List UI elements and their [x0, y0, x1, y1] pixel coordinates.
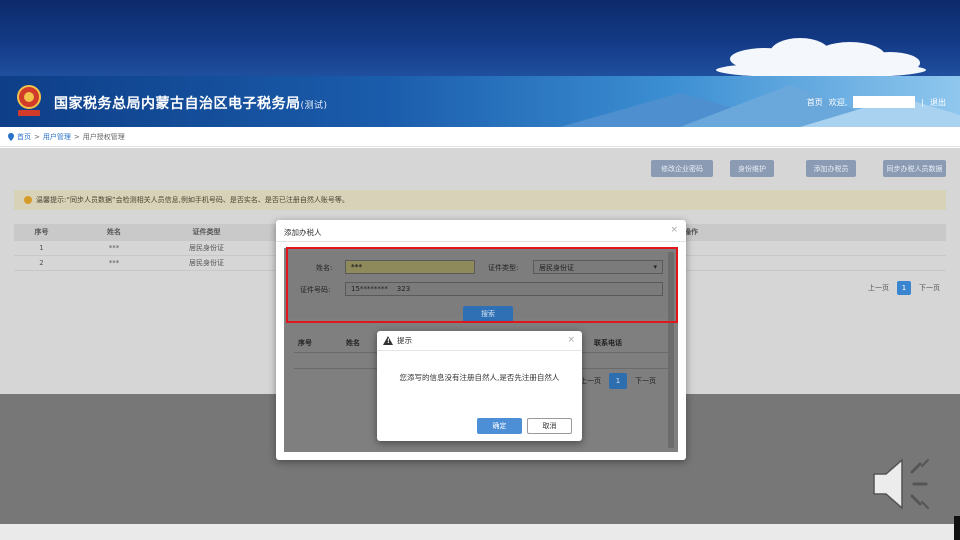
page-number-button[interactable]: 1 — [609, 373, 627, 389]
notice-bar: 温馨提示:“同步人员数据”会检测相关人员信息,例如手机号码、是否实名、是否已注册… — [14, 190, 946, 210]
logout-link[interactable]: 退出 — [930, 97, 946, 108]
row-index: 2 — [39, 259, 44, 267]
confirm-button[interactable]: 确定 — [477, 418, 522, 434]
col-id-type: 证件类型 — [192, 228, 221, 236]
sync-tax-staff-button[interactable]: 同步办税人员数据 — [883, 160, 946, 177]
row-name: *** — [108, 259, 120, 267]
next-page-button[interactable]: 下一页 — [635, 376, 656, 386]
site-header: 国家税务总局内蒙古自治区电子税务局(测试) 首页 欢迎, | 退出 — [0, 76, 960, 127]
location-pin-icon — [8, 132, 14, 141]
user-name-redacted — [853, 96, 916, 108]
next-page-button[interactable]: 下一页 — [919, 283, 940, 293]
dialog-title: 提示 — [397, 336, 412, 345]
dialog-message: 您添写的信息没有注册自然人,是否先注册自然人 — [399, 373, 560, 382]
welcome-text: 欢迎, — [828, 97, 848, 107]
close-icon[interactable]: × — [567, 335, 575, 345]
table-pager: 上一页 1 下一页 — [868, 281, 940, 295]
site-title: 国家税务总局内蒙古自治区电子税务局(测试) — [54, 93, 328, 113]
row-name: *** — [108, 244, 120, 252]
breadcrumb-home[interactable]: 首页 — [17, 132, 31, 142]
header-nav: 首页 欢迎, | 退出 — [807, 96, 946, 108]
breadcrumb-current: 用户授权管理 — [82, 132, 125, 141]
col-phone: 联系电话 — [594, 338, 622, 347]
col-index: 序号 — [298, 338, 312, 347]
modal-title: 添加办税人 — [284, 228, 322, 237]
cancel-button[interactable]: 取消 — [527, 418, 572, 434]
notice-text: 温馨提示:“同步人员数据”会检测相关人员信息,例如手机号码、是否实名、是否已注册… — [36, 196, 349, 204]
speaker-icon[interactable] — [868, 452, 940, 516]
col-index: 序号 — [34, 228, 49, 236]
site-title-text: 国家税务总局内蒙古自治区电子税务局 — [54, 96, 301, 112]
dialog-title-bar: ! 提示 × — [377, 331, 582, 351]
page-number-button[interactable]: 1 — [897, 281, 911, 295]
row-id-type: 居民身份证 — [189, 244, 224, 252]
breadcrumb-sep: > — [73, 132, 80, 141]
breadcrumb-user-management[interactable]: 用户管理 — [43, 132, 71, 142]
breadcrumb: 首页 > 用户管理 > 用户授权管理 — [0, 127, 960, 147]
footer-strip — [0, 524, 960, 540]
col-name: 姓名 — [107, 228, 121, 236]
warning-triangle-icon: ! — [383, 336, 393, 345]
add-tax-agent-button[interactable]: 添加办税员 — [806, 160, 856, 177]
modal-title-bar: 添加办税人 × — [276, 220, 686, 242]
breadcrumb-sep: > — [34, 132, 40, 141]
home-link[interactable]: 首页 — [807, 97, 823, 108]
prompt-dialog: ! 提示 × 您添写的信息没有注册自然人,是否先注册自然人 确定 取消 — [377, 331, 582, 441]
top-banner — [0, 0, 960, 78]
info-icon — [24, 196, 32, 204]
site-title-suffix: (测试) — [300, 101, 328, 111]
prev-page-button[interactable]: 上一页 — [580, 376, 601, 386]
row-index: 1 — [39, 244, 44, 252]
nav-separator: | — [921, 97, 924, 107]
identity-maintenance-button[interactable]: 身份维护 — [730, 160, 774, 177]
highlight-frame — [286, 247, 678, 323]
change-company-password-button[interactable]: 修改企业密码 — [651, 160, 713, 177]
national-tax-emblem-icon — [17, 85, 41, 116]
prev-page-button[interactable]: 上一页 — [868, 283, 889, 293]
result-pager: 上一页 1 下一页 — [580, 373, 656, 389]
corner-marker — [954, 516, 960, 540]
row-id-type: 居民身份证 — [189, 259, 224, 267]
close-icon[interactable]: × — [670, 225, 678, 235]
